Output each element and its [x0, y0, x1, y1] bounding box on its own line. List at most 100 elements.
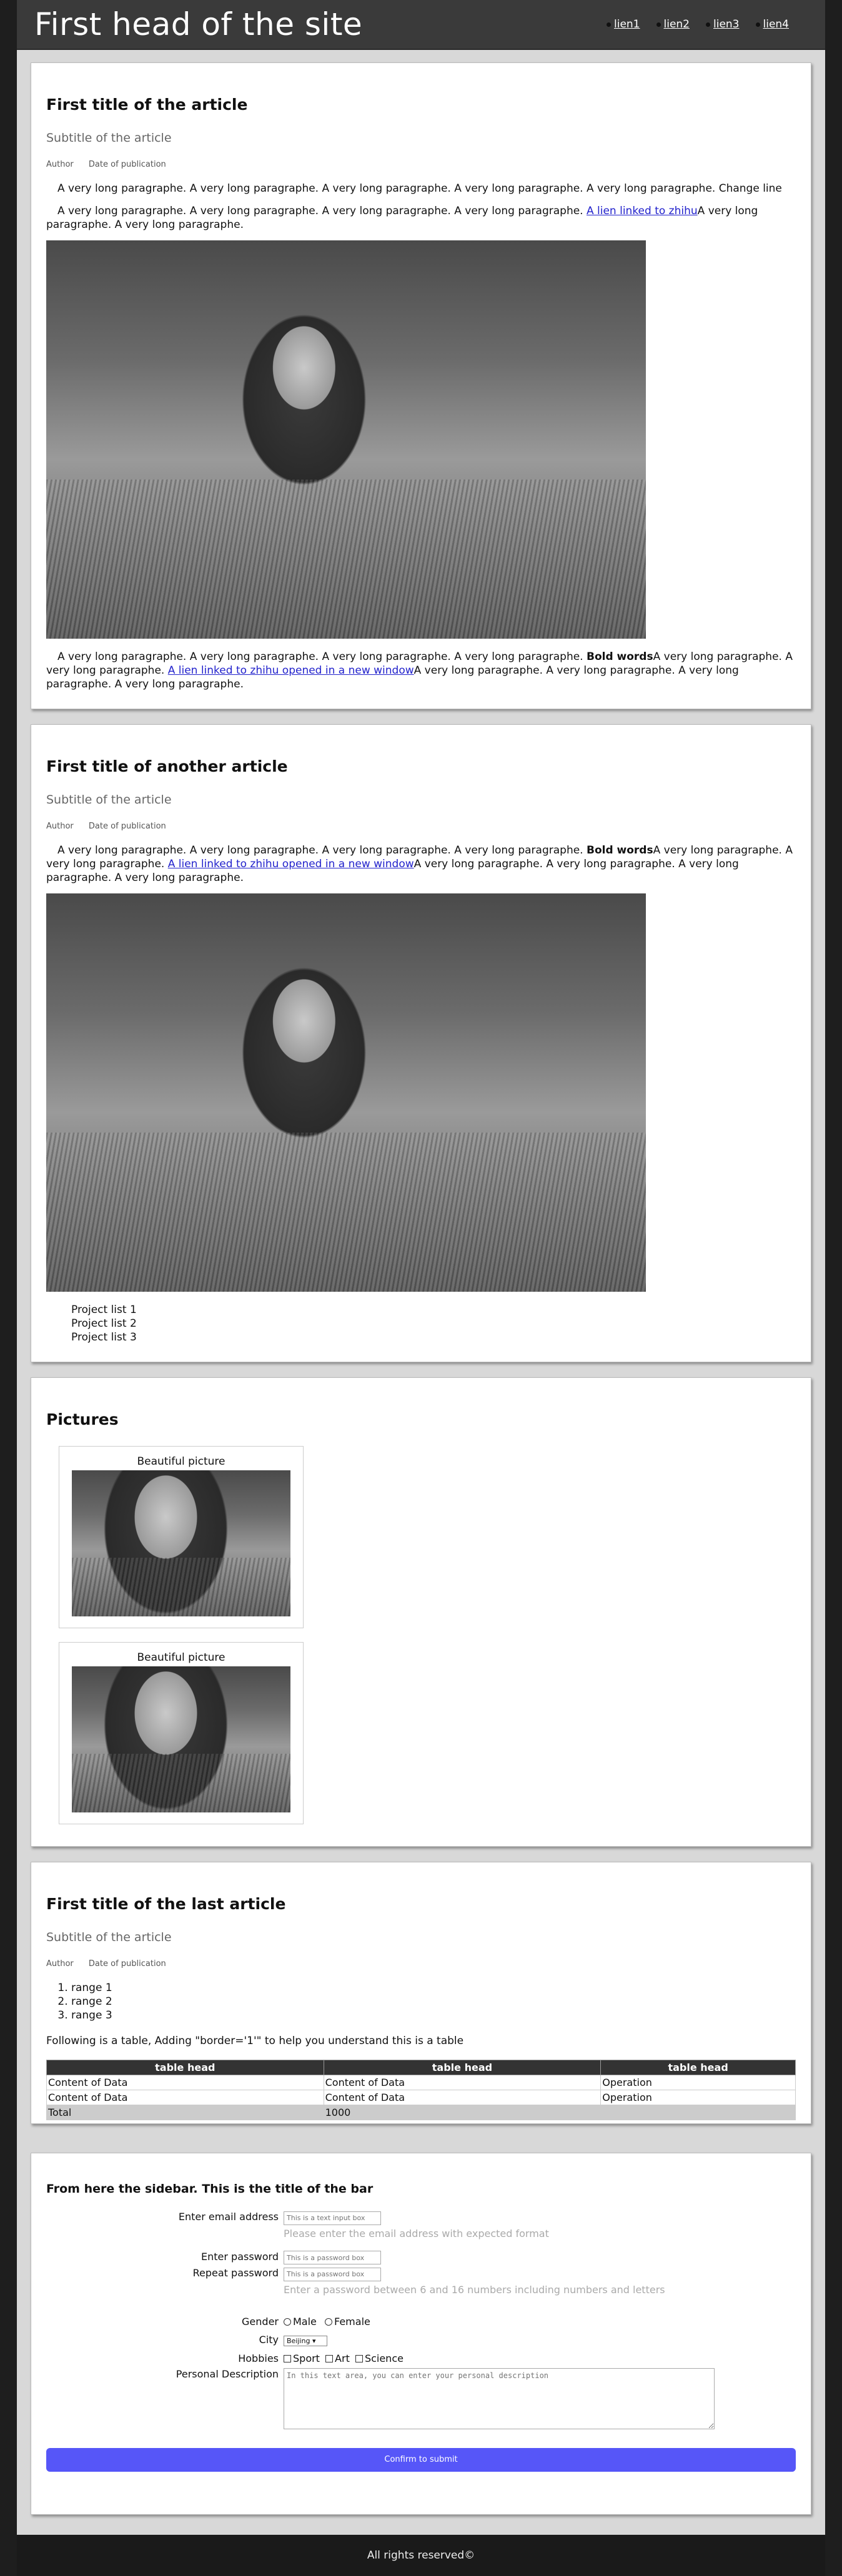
checkbox-icon	[355, 2354, 363, 2362]
gender-row: Gender Male Female	[46, 2316, 796, 2328]
paragraph: A very long paragraphe. A very long para…	[46, 650, 796, 691]
picture-figure: Beautiful picture	[59, 1446, 304, 1628]
project-list: Project list 1 Project list 2 Project li…	[46, 1303, 796, 1344]
article-meta: Author Date of publication	[46, 822, 796, 831]
site-footer: All rights reserved©	[17, 2535, 825, 2576]
article-subtitle: Subtitle of the article	[46, 793, 172, 807]
table-row: Content of Data Content of Data Operatio…	[46, 2075, 796, 2090]
description-textarea[interactable]	[284, 2367, 715, 2429]
paragraph-text: A very long paragraphe. A very long para…	[57, 844, 587, 857]
page: First head of the site lien1 lien2 lien3…	[17, 0, 825, 2576]
data-table: table head table head table head Content…	[46, 2060, 796, 2120]
hobby-art-checkbox[interactable]: Art	[325, 2352, 350, 2364]
paragraph: A very long paragraphe. A very long para…	[57, 182, 782, 195]
hobbies-row: Hobbies Sport Art Science	[46, 2352, 796, 2364]
site-header: First head of the site lien1 lien2 lien3…	[17, 0, 825, 50]
checkbox-icon	[284, 2354, 291, 2362]
gender-female-radio[interactable]: Female	[325, 2316, 370, 2328]
zhihu-new-window-link[interactable]: A lien linked to zhihu opened in a new w…	[168, 664, 414, 677]
article-3: First title of the last article Subtitle…	[31, 1862, 811, 2124]
checkbox-label: Science	[364, 2352, 404, 2364]
article-title: First title of another article	[46, 757, 288, 775]
hobby-science-checkbox[interactable]: Science	[355, 2352, 404, 2364]
city-value: Beijing	[287, 2336, 310, 2345]
table-intro: Following is a table, Adding "border='1'…	[46, 2035, 464, 2047]
gender-male-radio[interactable]: Male	[284, 2316, 317, 2328]
table-cell: 1000	[323, 2105, 602, 2120]
description-body	[284, 2367, 796, 2432]
paragraph: A very long paragraphe. A very long para…	[46, 204, 796, 232]
copyright-text: All rights reserved©	[367, 2549, 475, 2562]
table-header: table head	[323, 2060, 602, 2075]
pictures-section: Pictures Beautiful picture Beautiful pic…	[31, 1377, 811, 1847]
city-select[interactable]: Beijing ▾	[284, 2335, 327, 2346]
email-label: Enter email address	[178, 2211, 279, 2223]
article-2: First title of another article Subtitle …	[31, 724, 811, 1362]
bullet-icon	[607, 22, 611, 27]
password-body	[284, 2251, 796, 2264]
author: Author	[46, 160, 74, 169]
picture-caption: Beautiful picture	[137, 1455, 225, 1468]
paragraph-text: A very long paragraphe. A very long para…	[57, 205, 587, 217]
submit-button[interactable]: Confirm to submit	[46, 2447, 796, 2472]
email-field[interactable]	[284, 2211, 381, 2225]
article-photo	[46, 893, 646, 1292]
hobbies-body: Sport Art Science	[284, 2352, 796, 2364]
table-cell: Content of Data	[323, 2090, 602, 2105]
repeat-password-body: Enter a password between 6 and 16 number…	[284, 2267, 796, 2304]
picture-image	[72, 1666, 290, 1812]
nav-label: lien4	[763, 18, 790, 31]
publication-date: Date of publication	[88, 1959, 166, 1969]
zhihu-new-window-link[interactable]: A lien linked to zhihu opened in a new w…	[168, 858, 414, 870]
nav-link-lien4[interactable]: lien4	[755, 18, 790, 31]
site-title: First head of the site	[34, 6, 363, 42]
description-row: Personal Description	[46, 2367, 796, 2432]
email-hint: Please enter the email address with expe…	[284, 2227, 549, 2239]
table-cell: Content of Data	[323, 2075, 602, 2090]
article-meta: Author Date of publication	[46, 160, 796, 169]
table-header: table head	[600, 2060, 796, 2075]
bullet-icon	[706, 22, 710, 27]
article-meta: Author Date of publication	[46, 1959, 796, 1969]
hobbies-label: Hobbies	[238, 2352, 279, 2364]
article-subtitle: Subtitle of the article	[46, 131, 172, 145]
password-field[interactable]	[284, 2251, 381, 2264]
list-item: range 1	[71, 1981, 796, 1995]
radio-icon	[325, 2318, 332, 2326]
gender-label: Gender	[242, 2315, 279, 2328]
nav-link-lien3[interactable]: lien3	[706, 18, 740, 31]
checkbox-label: Art	[335, 2352, 350, 2364]
table-header: table head	[46, 2060, 324, 2075]
checkbox-icon	[325, 2354, 334, 2362]
list-item: Project list 3	[71, 1331, 137, 1344]
bullet-icon	[755, 22, 760, 27]
table-cell: Content of Data	[46, 2075, 324, 2090]
city-body: Beijing ▾	[284, 2334, 796, 2346]
range-list: range 1 range 2 range 3	[46, 1981, 796, 2022]
list-item: range 2	[71, 1995, 796, 2008]
checkbox-label: Sport	[293, 2352, 320, 2364]
city-label: City	[259, 2333, 279, 2346]
paragraph: A very long paragraphe. A very long para…	[46, 843, 796, 885]
nav-link-lien2[interactable]: lien2	[656, 18, 690, 31]
table-cell	[600, 2105, 796, 2120]
radio-icon	[284, 2318, 291, 2326]
article-subtitle: Subtitle of the article	[46, 1930, 172, 1944]
article-title: First title of the last article	[46, 1895, 286, 1913]
radio-label: Male	[293, 2315, 317, 2328]
gender-body: Male Female	[284, 2316, 796, 2328]
repeat-password-field[interactable]	[284, 2267, 381, 2281]
hobby-sport-checkbox[interactable]: Sport	[284, 2352, 320, 2364]
bold-words: Bold words	[586, 844, 653, 857]
sidebar-title: From here the sidebar. This is the title…	[46, 2182, 374, 2196]
table-row: Content of Data Content of Data Operatio…	[46, 2090, 796, 2105]
nav-link-lien1[interactable]: lien1	[607, 18, 640, 31]
email-row: Enter email address Please enter the ema…	[46, 2211, 796, 2248]
picture-image	[72, 1470, 290, 1616]
picture-figure: Beautiful picture	[59, 1642, 304, 1824]
zhihu-link[interactable]: A lien linked to zhihu	[587, 205, 698, 217]
repeat-password-label: Repeat password	[192, 2267, 279, 2279]
nav-label: lien3	[713, 18, 740, 31]
email-body: Please enter the email address with expe…	[284, 2211, 796, 2248]
list-item: Project list 1	[71, 1304, 137, 1316]
